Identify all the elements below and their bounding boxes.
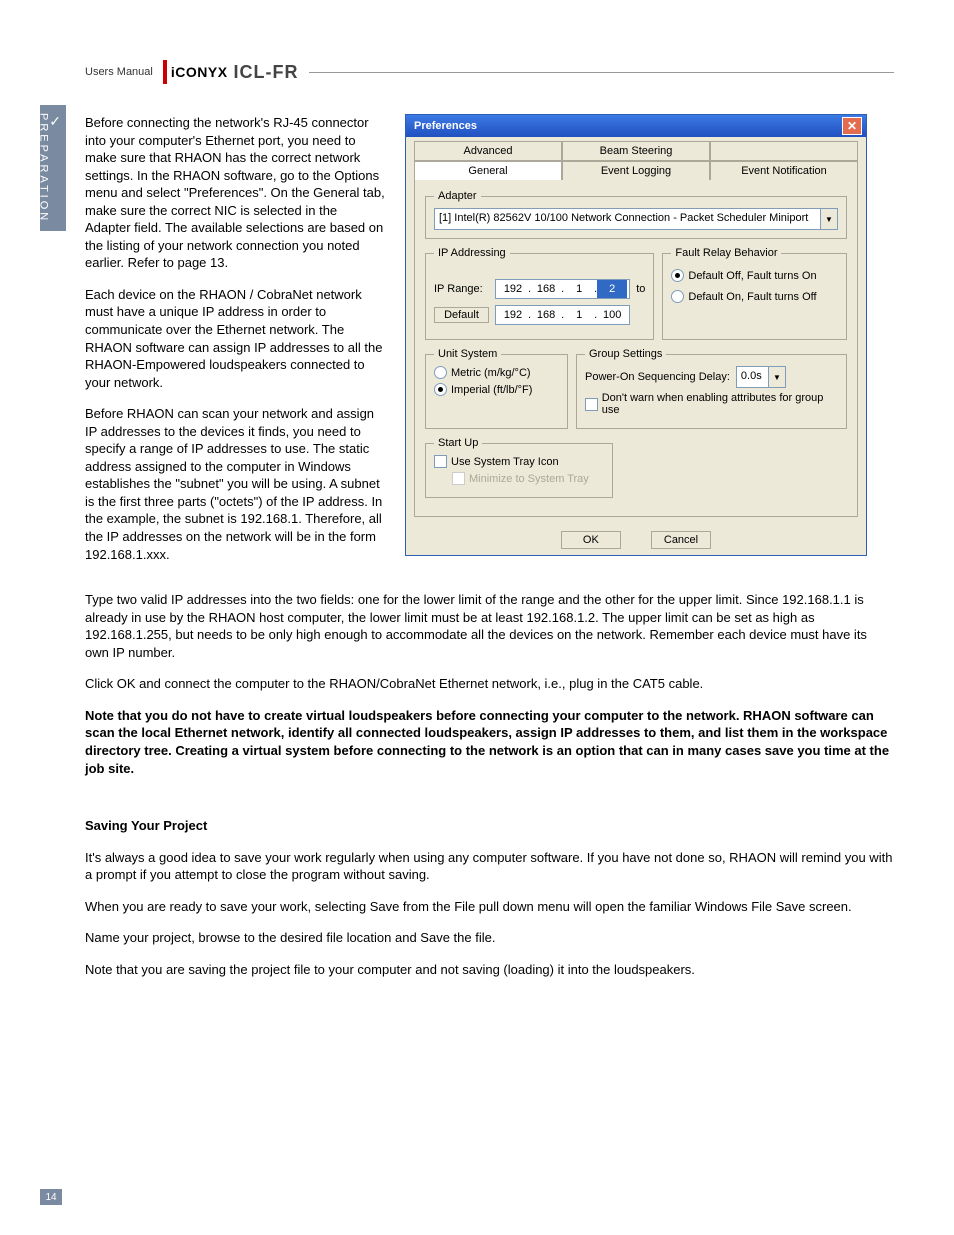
fault-legend: Fault Relay Behavior [671, 247, 781, 259]
body-paragraph: Name your project, browse to the desired… [85, 929, 894, 947]
cancel-button[interactable]: Cancel [651, 531, 711, 549]
radio-fault-on[interactable] [671, 290, 684, 303]
ip-lo-oct3[interactable] [564, 280, 594, 298]
dropdown-arrow-icon[interactable]: ▼ [821, 208, 838, 230]
group-settings-fieldset: Group Settings Power-On Sequencing Delay… [576, 348, 847, 429]
ip-hi-oct3[interactable] [564, 306, 594, 324]
tab-general[interactable]: General [414, 161, 562, 180]
body-paragraph: When you are ready to save your work, se… [85, 898, 894, 916]
radio-fault-off[interactable] [671, 269, 684, 282]
body-paragraph: Note that you are saving the project fil… [85, 961, 894, 979]
checkbox-minimize-tray [452, 472, 465, 485]
ip-hi-oct2[interactable] [531, 306, 561, 324]
logo-bar-icon [163, 60, 167, 84]
body-paragraph: Before connecting the network's RJ-45 co… [85, 114, 385, 272]
tab-advanced[interactable]: Advanced [414, 141, 562, 161]
ip-to-label: to [636, 283, 645, 295]
fault-opt2-label: Default On, Fault turns Off [688, 291, 816, 303]
ip-hi-oct1[interactable] [498, 306, 528, 324]
ip-addressing-fieldset: IP Addressing IP Range: . . [425, 247, 654, 340]
dialog-titlebar[interactable]: Preferences ✕ [406, 115, 866, 137]
body-paragraph: Type two valid IP addresses into the two… [85, 591, 894, 661]
fault-relay-fieldset: Fault Relay Behavior Default Off, Fault … [662, 247, 847, 340]
preferences-dialog: Preferences ✕ Advanced Beam Steering Gen… [405, 114, 867, 556]
tab-beam-steering[interactable]: Beam Steering [562, 141, 710, 161]
ip-hi-oct4[interactable] [597, 306, 627, 324]
header-rule [309, 72, 894, 73]
adapter-legend: Adapter [434, 190, 481, 202]
metric-label: Metric (m/kg/°C) [451, 367, 531, 379]
model-name: ICL-FR [234, 62, 299, 83]
close-button[interactable]: ✕ [842, 117, 862, 135]
body-paragraph: Click OK and connect the computer to the… [85, 675, 894, 693]
ok-button[interactable]: OK [561, 531, 621, 549]
dialog-title: Preferences [414, 120, 477, 132]
tab-panel-general: Adapter [1] Intel(R) 82562V 10/100 Netwo… [414, 180, 858, 517]
body-note-bold: Note that you do not have to create virt… [85, 707, 894, 777]
delay-dropdown[interactable]: 0.0s ▼ [736, 366, 786, 388]
manual-label: Users Manual [85, 66, 153, 78]
ip-lo-oct2[interactable] [531, 280, 561, 298]
minimize-label: Minimize to System Tray [469, 473, 589, 485]
tray-label: Use System Tray Icon [451, 456, 559, 468]
startup-legend: Start Up [434, 437, 482, 449]
ip-range-hi[interactable]: . . . [495, 305, 630, 325]
adapter-value: [1] Intel(R) 82562V 10/100 Network Conne… [434, 208, 821, 230]
body-paragraph: Before RHAON can scan your network and a… [85, 405, 385, 563]
startup-fieldset: Start Up Use System Tray Icon Minimize t… [425, 437, 613, 498]
section-tab-preparation: PREPARATION [40, 105, 66, 231]
tab-empty[interactable] [710, 141, 858, 161]
ip-legend: IP Addressing [434, 247, 510, 259]
delay-label: Power-On Sequencing Delay: [585, 371, 730, 383]
unit-legend: Unit System [434, 348, 501, 360]
heading-saving-project: Saving Your Project [85, 817, 894, 835]
delay-value: 0.0s [736, 366, 769, 388]
close-icon: ✕ [847, 119, 857, 133]
tab-row-back: Advanced Beam Steering [414, 141, 858, 161]
page-header: Users Manual iCONYX ICL-FR [85, 60, 894, 84]
tab-event-notification[interactable]: Event Notification [710, 161, 858, 180]
brand-name: iCONYX [171, 64, 228, 80]
tab-event-logging[interactable]: Event Logging [562, 161, 710, 180]
checkbox-group-warn[interactable] [585, 398, 598, 411]
adapter-fieldset: Adapter [1] Intel(R) 82562V 10/100 Netwo… [425, 190, 847, 239]
tab-row-front: General Event Logging Event Notification [414, 161, 858, 180]
fault-opt1-label: Default Off, Fault turns On [688, 270, 816, 282]
group-warn-label: Don't warn when enabling attributes for … [602, 392, 838, 416]
page-number: 14 [40, 1189, 62, 1205]
ip-default-button[interactable]: Default [434, 307, 489, 323]
ip-lo-oct4[interactable] [597, 280, 627, 298]
body-paragraph: It's always a good idea to save your wor… [85, 849, 894, 884]
group-legend: Group Settings [585, 348, 666, 360]
ip-range-lo[interactable]: . . . [495, 279, 630, 299]
checkbox-tray-icon[interactable] [434, 455, 447, 468]
radio-imperial[interactable] [434, 383, 447, 396]
radio-metric[interactable] [434, 366, 447, 379]
dialog-actions: OK Cancel [406, 525, 866, 555]
imperial-label: Imperial (ft/lb/°F) [451, 384, 532, 396]
ip-lo-oct1[interactable] [498, 280, 528, 298]
ip-range-label: IP Range: [434, 283, 489, 295]
adapter-dropdown[interactable]: [1] Intel(R) 82562V 10/100 Network Conne… [434, 208, 838, 230]
body-paragraph: Each device on the RHAON / CobraNet netw… [85, 286, 385, 391]
unit-system-fieldset: Unit System Metric (m/kg/°C) Imperial (f… [425, 348, 568, 429]
dropdown-arrow-icon[interactable]: ▼ [769, 366, 786, 388]
